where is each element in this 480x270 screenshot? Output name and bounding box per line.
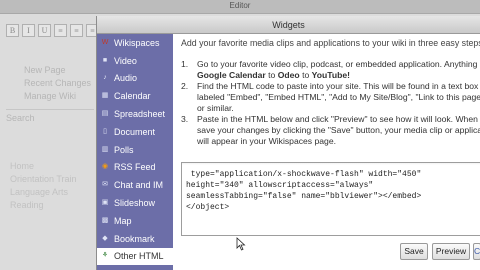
calendar-icon: ▦ bbox=[101, 92, 109, 100]
code-line: seamlessTabbing="false" name="bblviewer"… bbox=[186, 192, 422, 201]
editor-title-bar: Editor bbox=[0, 0, 480, 14]
nav-item-audio[interactable]: ♪ Audio bbox=[97, 70, 173, 88]
nav-item-document[interactable]: ▯ Document bbox=[97, 123, 173, 141]
nav-item-label: Slideshow bbox=[114, 198, 156, 209]
nav-item-label: Wikispaces bbox=[114, 37, 160, 48]
step-line: labeled "Embed", "Embed HTML", "Add to M… bbox=[197, 92, 480, 102]
step-number: 2. bbox=[181, 81, 189, 91]
dialog-title: Widgets bbox=[97, 16, 480, 34]
nav-item-video[interactable]: ■ Video bbox=[97, 52, 173, 70]
widget-category-nav: W Wikispaces ■ Video ♪ Audio ▦ Calendar ▤ Spreads… bbox=[97, 34, 173, 270]
step-line: Google Calendar to Odeo to YouTube! bbox=[197, 70, 350, 80]
nav-item-map[interactable]: ▩ Map bbox=[97, 212, 173, 230]
code-line: type="application/x-shockwave-flash" wid… bbox=[186, 170, 422, 179]
nav-item-label: Calendar bbox=[114, 91, 151, 102]
steps-list: 1. Go to your favorite video clip, podcas… bbox=[181, 59, 480, 147]
nav-item-label: Audio bbox=[114, 73, 138, 84]
video-icon: ■ bbox=[102, 56, 108, 64]
nav-item-label: Chat and IM bbox=[114, 180, 164, 191]
nav-item-label: Bookmark bbox=[114, 233, 155, 244]
spreadsheet-icon: ▤ bbox=[101, 110, 109, 118]
save-button[interactable]: Save bbox=[400, 243, 428, 260]
step-text: Paste in the HTML below and click "Previ… bbox=[197, 114, 480, 147]
manage-wiki-link[interactable]: Manage Wiki bbox=[6, 90, 94, 103]
polls-icon: ▥ bbox=[101, 145, 109, 153]
map-icon: ▩ bbox=[101, 216, 109, 224]
editor-sidebar: New Page Recent Changes Manage Wiki Sear… bbox=[6, 64, 94, 125]
nav-item-label: RSS Feed bbox=[114, 162, 156, 173]
step-number: 3. bbox=[181, 114, 189, 124]
nav-item-rss-feed[interactable]: ◉ RSS Feed bbox=[97, 159, 173, 177]
editor-title: Editor bbox=[229, 1, 251, 10]
mouse-cursor-icon bbox=[236, 237, 246, 251]
scrolled-text-edge bbox=[182, 163, 480, 165]
nav-item-bookmark[interactable]: ◆ Bookmark bbox=[97, 230, 173, 248]
nav-item-wikispaces[interactable]: W Wikispaces bbox=[97, 34, 173, 52]
nav-item-calendar[interactable]: ▦ Calendar bbox=[97, 87, 173, 105]
nav-item-label: Polls bbox=[114, 144, 134, 155]
step-line: or similar. bbox=[197, 103, 234, 113]
nav-item-label: Spreadsheet bbox=[114, 109, 166, 120]
cancel-button[interactable]: C bbox=[473, 243, 480, 260]
reading-link[interactable]: Reading bbox=[10, 199, 77, 212]
italic-button[interactable]: I bbox=[22, 24, 35, 37]
step-line: Paste in the HTML below and click "Previ… bbox=[197, 114, 478, 124]
search-label[interactable]: Search bbox=[6, 109, 94, 125]
wikispaces-icon: W bbox=[101, 38, 109, 46]
rss-icon: ◉ bbox=[101, 163, 109, 171]
code-line: height="340" allowscriptaccess="always" bbox=[186, 181, 374, 190]
step-line: save your changes by clicking the "Save"… bbox=[197, 125, 480, 135]
language-arts-link[interactable]: Language Arts bbox=[10, 186, 77, 199]
step-3: 3. Paste in the HTML below and click "Pre… bbox=[181, 114, 480, 147]
new-page-link[interactable]: New Page bbox=[6, 64, 94, 77]
step-text: Find the HTML code to paste into your si… bbox=[197, 81, 480, 114]
step-line: Go to your favorite video clip, podcast,… bbox=[197, 59, 478, 69]
step-2: 2. Find the HTML code to paste into your … bbox=[181, 81, 480, 114]
nav-item-spreadsheet[interactable]: ▤ Spreadsheet bbox=[97, 105, 173, 123]
step-line: Find the HTML code to paste into your si… bbox=[197, 81, 479, 91]
step-line: will appear in your Wikispaces page. bbox=[197, 136, 336, 146]
instructions: Add your favorite media clips and applic… bbox=[181, 38, 480, 147]
nav-item-slideshow[interactable]: ▣ Slideshow bbox=[97, 194, 173, 212]
code-line: </object> bbox=[186, 203, 230, 212]
preview-button[interactable]: Preview bbox=[432, 243, 470, 260]
other-html-icon: ⚘ bbox=[101, 252, 109, 260]
recent-changes-link[interactable]: Recent Changes bbox=[6, 77, 94, 90]
editor-nav-list: Home Orientation Train Language Arts Rea… bbox=[10, 160, 77, 212]
chat-icon: ✉ bbox=[102, 181, 108, 189]
nav-item-label: Other HTML bbox=[114, 251, 164, 262]
nav-item-polls[interactable]: ▥ Polls bbox=[97, 141, 173, 159]
slideshow-icon: ▣ bbox=[101, 199, 109, 207]
orientation-link[interactable]: Orientation Train bbox=[10, 173, 77, 186]
align-left-button[interactable]: ≡ bbox=[54, 24, 67, 37]
bold-button[interactable]: B bbox=[6, 24, 19, 37]
nav-item-label: Document bbox=[114, 126, 156, 137]
step-text: Go to your favorite video clip, podcast,… bbox=[197, 59, 477, 81]
nav-item-label: Map bbox=[114, 215, 132, 226]
html-code-textarea[interactable]: type="application/x-shockwave-flash" wid… bbox=[181, 162, 480, 236]
widgets-dialog: Widgets W Wikispaces ■ Video ♪ Audio ▦ Calendar… bbox=[96, 16, 480, 270]
nav-item-label: Video bbox=[114, 55, 137, 66]
audio-icon: ♪ bbox=[103, 74, 107, 82]
home-link[interactable]: Home bbox=[10, 160, 77, 173]
document-icon: ▯ bbox=[103, 127, 107, 135]
underline-button[interactable]: U bbox=[38, 24, 51, 37]
align-center-button[interactable]: ≡ bbox=[70, 24, 83, 37]
step-1: 1. Go to your favorite video clip, podcas… bbox=[181, 59, 480, 81]
step-number: 1. bbox=[181, 59, 189, 69]
bookmark-icon: ◆ bbox=[102, 234, 108, 242]
intro-text: Add your favorite media clips and applic… bbox=[181, 38, 480, 48]
nav-item-chat-and-im[interactable]: ✉ Chat and IM bbox=[97, 176, 173, 194]
nav-item-other-html[interactable]: ⚘ Other HTML bbox=[97, 247, 173, 266]
